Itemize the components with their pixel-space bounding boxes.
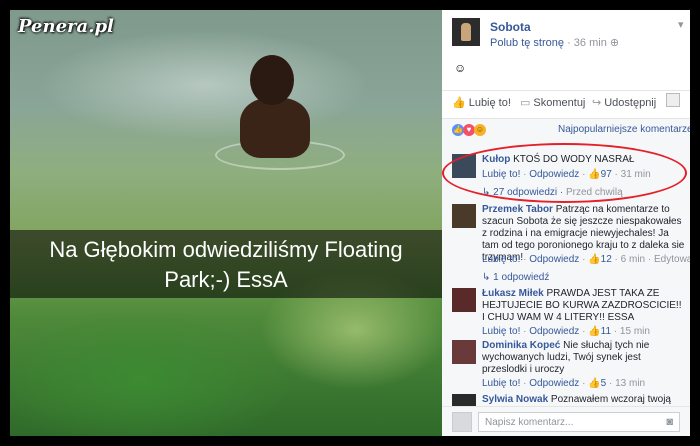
chevron-down-icon[interactable]: ▾: [678, 18, 684, 31]
like-page-link[interactable]: Polub tę stronę: [490, 37, 564, 49]
comments-list: Kułop KTOŚ DO WODY NASRAŁ Lubię to! · Od…: [442, 140, 690, 406]
page-mini-avatar[interactable]: [666, 93, 680, 107]
camera-icon[interactable]: ◙: [666, 416, 673, 428]
avatar[interactable]: [452, 204, 476, 228]
comment-like-count[interactable]: 12: [601, 254, 612, 265]
water-glare: [40, 30, 370, 140]
comment-like-count[interactable]: 5: [601, 378, 607, 389]
comment-author[interactable]: Sylwia Nowak: [482, 394, 548, 405]
comment-label: Skomentuj: [533, 97, 586, 109]
algae-patch: [10, 310, 290, 436]
comment-meta: Lubię to! · Odpowiedz · 👍12 · 6 min · Ed…: [482, 254, 690, 265]
caption-line-2: Park;-) EssA: [164, 267, 288, 292]
reactions-bar: 👍 ♥ ☺ Najpopularniejsze komentarze ▾: [442, 118, 690, 140]
thumbs-up-icon: 👍: [588, 254, 601, 265]
highlight-circle: [442, 143, 687, 203]
comment-text: Dominika Kopeć Nie słuchaj tych nie wych…: [482, 340, 686, 376]
caption-line-1: Na Głębokim odwiedziliśmy Floating: [49, 237, 403, 262]
comment-time[interactable]: 13 min: [615, 378, 645, 389]
comment-meta: Lubię to! · Odpowiedz · 👍5 · 13 min: [482, 378, 646, 389]
comment-text: Łukasz Miłek PRAWDA JEST TAKA ZE HEJTUJE…: [482, 288, 686, 324]
photo-caption: Na Głębokim odwiedziliśmy Floating Park;…: [10, 230, 442, 298]
comment-reply-link[interactable]: Odpowiedz: [529, 254, 579, 265]
comment-time[interactable]: 6 min: [621, 254, 645, 265]
comment-icon: ▭: [520, 97, 531, 109]
comment-author[interactable]: Łukasz Miłek: [482, 288, 544, 299]
user-avatar: [452, 412, 472, 432]
globe-icon: ⊕: [609, 37, 620, 49]
post-subline: Polub tę stronę · 36 min ⊕: [490, 36, 619, 49]
comment-input[interactable]: Napisz komentarz... ◙: [478, 412, 680, 432]
comment-like-count[interactable]: 11: [601, 326, 611, 337]
post-emoji: ☺: [454, 61, 467, 75]
edited-label[interactable]: Edytowany: [654, 254, 690, 265]
view-replies-link[interactable]: ↳ 1 odpowiedź: [482, 272, 549, 283]
avatar[interactable]: [452, 394, 476, 406]
thumbs-up-icon: 👍: [452, 97, 466, 109]
like-label: Lubię to!: [468, 97, 511, 109]
page-name[interactable]: Sobota: [490, 20, 531, 34]
screenshot-frame: Penera.pl Na Głębokim odwiedziliśmy Floa…: [10, 10, 690, 436]
comment-author[interactable]: Przemek Tabor: [482, 204, 553, 215]
comment-like-link[interactable]: Lubię to!: [482, 254, 520, 265]
comment-like-link[interactable]: Lubię to!: [482, 326, 520, 337]
replies-count: 1 odpowiedź: [493, 272, 550, 283]
post-photo[interactable]: Penera.pl Na Głębokim odwiedziliśmy Floa…: [10, 10, 442, 436]
comment-button[interactable]: ▭ Skomentuj: [520, 96, 585, 109]
site-watermark: Penera.pl: [18, 16, 114, 37]
child-figure: [240, 98, 310, 158]
comment-reply-link[interactable]: Odpowiedz: [529, 378, 579, 389]
comment-sort-dropdown[interactable]: Najpopularniejsze komentarze ▾: [558, 124, 690, 135]
comment-like-link[interactable]: Lubię to!: [482, 378, 520, 389]
post-panel: Sobota Polub tę stronę · 36 min ⊕ ▾ ☺ 👍 L…: [442, 10, 690, 436]
reply-arrow-icon: ↳: [482, 272, 494, 283]
share-button[interactable]: ↪ Udostępnij: [592, 96, 656, 109]
comment-meta: Lubię to! · Odpowiedz · 👍11 · 15 min: [482, 326, 650, 337]
comment-input-placeholder: Napisz komentarz...: [485, 417, 574, 428]
post-actions: 👍 Lubię to! ▭ Skomentuj ↪ Udostępnij: [442, 90, 690, 112]
child-head: [250, 55, 294, 105]
comment-text: Sylwia Nowak Poznawałem wczoraj twoją ma…: [482, 394, 686, 406]
post-time[interactable]: 36 min: [574, 37, 607, 49]
write-comment-bar: Napisz komentarz... ◙: [442, 406, 690, 436]
thumbs-up-icon: 👍: [588, 378, 601, 389]
separator: ·: [567, 37, 574, 49]
avatar[interactable]: [452, 288, 476, 312]
haha-reaction-icon[interactable]: ☺: [474, 124, 486, 136]
avatar[interactable]: [452, 340, 476, 364]
comment-reply-link[interactable]: Odpowiedz: [529, 326, 579, 337]
page-avatar[interactable]: [452, 18, 480, 46]
thumbs-up-icon: 👍: [588, 326, 601, 337]
comment-author[interactable]: Dominika Kopeć: [482, 340, 560, 351]
share-label: Udostępnij: [604, 97, 657, 109]
like-button[interactable]: 👍 Lubię to!: [452, 96, 511, 109]
comment-time[interactable]: 15 min: [620, 326, 650, 337]
share-icon: ↪: [592, 97, 602, 109]
